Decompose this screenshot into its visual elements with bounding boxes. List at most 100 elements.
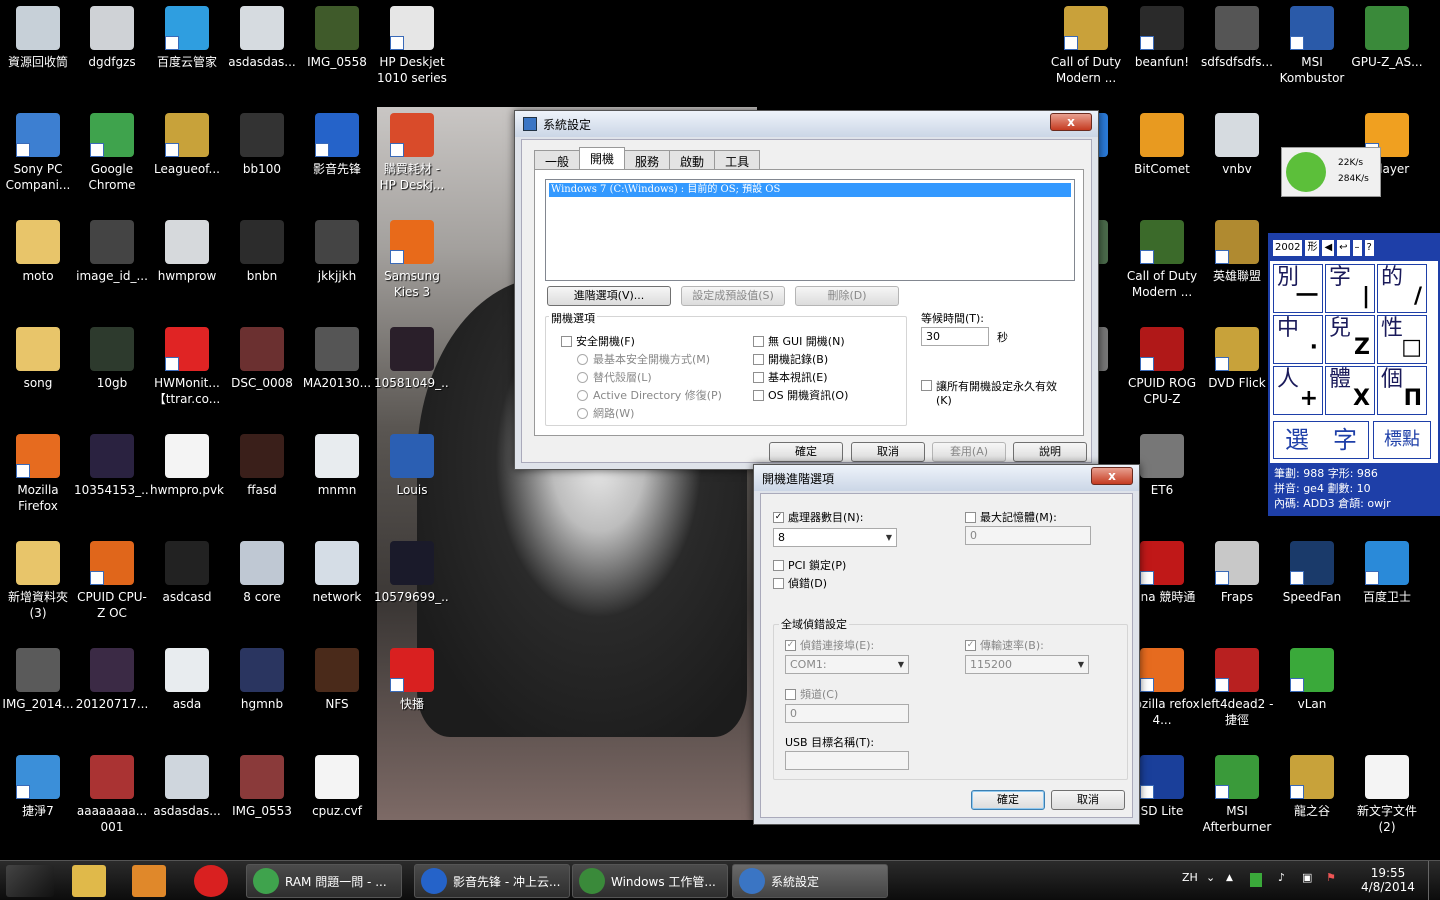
- desktop-icon[interactable]: aaaaaaaa... 001: [74, 749, 150, 856]
- desktop-icon[interactable]: 10354153_...: [74, 428, 150, 535]
- ime-options-icon[interactable]: ⌄: [1206, 871, 1215, 884]
- desktop-icon[interactable]: dgdfgzs: [74, 0, 150, 107]
- desktop-icon[interactable]: 8 core: [224, 535, 300, 642]
- desktop-icon[interactable]: Call of Duty Modern ...: [1124, 214, 1200, 321]
- desktop-icon[interactable]: 捷淨7: [0, 749, 76, 856]
- desktop-icon[interactable]: asda: [149, 642, 225, 749]
- desktop-icon[interactable]: 百度卫士: [1349, 535, 1425, 642]
- tray-app-icon[interactable]: [1250, 873, 1262, 887]
- ime-punct-button[interactable]: 標點: [1373, 421, 1431, 459]
- desktop-icon[interactable]: HP Deskjet 1010 series: [374, 0, 450, 107]
- ime-candidate-cell[interactable]: 體X: [1325, 366, 1375, 415]
- desktop-icon[interactable]: MSI Afterburner: [1199, 749, 1275, 856]
- desktop-icon[interactable]: GPU-Z_AS...: [1349, 0, 1425, 107]
- radio-network[interactable]: 網路(W): [577, 405, 634, 421]
- os-list-item[interactable]: Windows 7 (C:\Windows) : 目前的 OS; 預設 OS: [549, 183, 1071, 197]
- desktop-icon[interactable]: Google Chrome: [74, 107, 150, 214]
- desktop-icon[interactable]: 購買耗材 - HP Deskj...: [374, 107, 450, 214]
- desktop-icon[interactable]: Mozilla Firefox: [0, 428, 76, 535]
- volume-icon[interactable]: ♪: [1278, 871, 1285, 884]
- media-player-icon[interactable]: [132, 865, 166, 897]
- debug-port-checkbox[interactable]: ✓ 偵錯連接埠(E):: [785, 637, 874, 653]
- ime-candidate-cell[interactable]: 兒Z: [1325, 315, 1375, 364]
- desktop-icon[interactable]: 新文字文件 (2): [1349, 749, 1425, 856]
- desktop-icon[interactable]: cpuz.cvf: [299, 749, 375, 856]
- desktop-icon[interactable]: sdfsdfsdfs...: [1199, 0, 1275, 107]
- advanced-options-dialog[interactable]: 開機進階選項 x ✓處理器數目(N): 8 最大記憶體(M): 0 PCI 鎖定…: [753, 464, 1140, 825]
- desktop-icon[interactable]: left4dead2 - 捷徑: [1199, 642, 1275, 749]
- radio-alternate-shell[interactable]: 替代殼層(L): [577, 369, 652, 385]
- desktop-icon[interactable]: hwmprow: [149, 214, 225, 321]
- debug-checkbox[interactable]: 偵錯(D): [773, 575, 827, 591]
- desktop-icon[interactable]: 10579699_...: [374, 535, 450, 642]
- desktop-icon[interactable]: mnmn: [299, 428, 375, 535]
- desktop-icon[interactable]: IMG_0553: [224, 749, 300, 856]
- desktop-icon[interactable]: beanfun!: [1124, 0, 1200, 107]
- flag-icon[interactable]: ⚑: [1326, 871, 1336, 884]
- desktop-icon[interactable]: hwmpro.pvk: [149, 428, 225, 535]
- desktop-icon[interactable]: SpeedFan: [1274, 535, 1350, 642]
- desktop-icon[interactable]: asdasdas...: [149, 749, 225, 856]
- num-processors-checkbox[interactable]: ✓ 處理器數目(N):: [773, 509, 864, 525]
- desktop-icon[interactable]: Leagueof...: [149, 107, 225, 214]
- desktop-icon[interactable]: Sony PC Compani...: [0, 107, 76, 214]
- minus-icon[interactable]: –: [1352, 240, 1362, 256]
- ime-candidate-cell[interactable]: 中 ·: [1273, 315, 1323, 364]
- desktop-icon[interactable]: IMG_2014...: [0, 642, 76, 749]
- desktop-icon[interactable]: 快播: [374, 642, 450, 749]
- desktop-icon[interactable]: image_id_...: [74, 214, 150, 321]
- desktop-icon[interactable]: IMG_0558: [299, 0, 375, 107]
- ime-mode[interactable]: 2002: [1273, 240, 1303, 256]
- desktop-icon[interactable]: 10581049_...: [374, 321, 450, 428]
- desktop-icon[interactable]: 20120717...: [74, 642, 150, 749]
- desktop-icon[interactable]: MA20130...: [299, 321, 375, 428]
- desktop-icon[interactable]: Samsung Kies 3: [374, 214, 450, 321]
- taskbar-button[interactable]: Windows 工作管...: [572, 864, 728, 898]
- ime-panel[interactable]: 2002 形 ◀ ↩ – ? 別一字 | 的 / 中 · 兒 Z 性 □ 人 + 體 X 個 П 選 字 標點…: [1268, 233, 1440, 516]
- baud-rate-checkbox[interactable]: ✓ 傳輸速率(B):: [965, 637, 1044, 653]
- pci-lock-checkbox[interactable]: PCI 鎖定(P): [773, 557, 846, 573]
- tab-general[interactable]: 一般: [534, 150, 581, 169]
- desktop-icon[interactable]: Call of Duty Modern ...: [1048, 0, 1124, 107]
- safe-boot-checkbox[interactable]: 安全開機(F): [561, 333, 635, 349]
- baud-rate-select[interactable]: 115200: [965, 655, 1089, 674]
- ime-candidate-cell[interactable]: 人 +: [1273, 366, 1323, 415]
- desktop-icon[interactable]: moto: [0, 214, 76, 321]
- ime-candidate-cell[interactable]: 別一: [1273, 264, 1323, 313]
- set-default-button[interactable]: 設定成預設值(S): [681, 286, 785, 306]
- desktop-icon[interactable]: 龍之谷: [1274, 749, 1350, 856]
- msconfig-titlebar[interactable]: 系統設定: [515, 111, 1098, 137]
- ime-mode-char[interactable]: 形: [1305, 240, 1320, 256]
- channel-input[interactable]: 0: [785, 704, 909, 723]
- desktop-icon[interactable]: vnbv: [1199, 107, 1275, 214]
- help-icon[interactable]: ?: [1364, 240, 1374, 256]
- permanent-checkbox[interactable]: 讓所有開機設定永久有效(K): [921, 378, 1071, 407]
- desktop-icon[interactable]: Fraps: [1199, 535, 1275, 642]
- ime-candidate-cell[interactable]: 字 |: [1325, 264, 1375, 313]
- desktop-icon[interactable]: ffasd: [224, 428, 300, 535]
- arrow-back-icon[interactable]: ↩: [1337, 240, 1350, 256]
- cancel-button[interactable]: 取消: [851, 442, 925, 462]
- ok-button[interactable]: 確定: [971, 790, 1045, 810]
- explorer-icon[interactable]: [72, 865, 106, 897]
- desktop-icon[interactable]: Louis: [374, 428, 450, 535]
- radio-ad-repair[interactable]: Active Directory 修復(P): [577, 387, 722, 403]
- show-desktop-button[interactable]: [1428, 861, 1440, 900]
- boot-log-checkbox[interactable]: 開機記錄(B): [753, 351, 828, 367]
- show-hidden-icons-icon[interactable]: ▲: [1226, 873, 1233, 883]
- desktop-icon[interactable]: BitComet: [1124, 107, 1200, 214]
- debug-port-select[interactable]: COM1:: [785, 655, 909, 674]
- apply-button[interactable]: 套用(A): [932, 442, 1006, 462]
- channel-checkbox[interactable]: 頻道(C): [785, 686, 838, 702]
- desktop-icon[interactable]: bb100: [224, 107, 300, 214]
- desktop-icon[interactable]: 英雄聯盟: [1199, 214, 1275, 321]
- taskbar-button[interactable]: 影音先锋 - 冲上云...: [414, 864, 570, 898]
- close-button[interactable]: x: [1091, 467, 1133, 485]
- desktop-icon[interactable]: CPUID ROG CPU-Z: [1124, 321, 1200, 428]
- desktop-icon[interactable]: MSI Kombustor: [1274, 0, 1350, 107]
- desktop-icon[interactable]: HWMonit... 【ttrar.co...: [149, 321, 225, 428]
- qvod-icon[interactable]: [194, 865, 228, 897]
- timeout-input[interactable]: 30: [921, 327, 989, 346]
- desktop-icon[interactable]: DSC_0008: [224, 321, 300, 428]
- ime-select-button[interactable]: 選 字: [1273, 421, 1369, 459]
